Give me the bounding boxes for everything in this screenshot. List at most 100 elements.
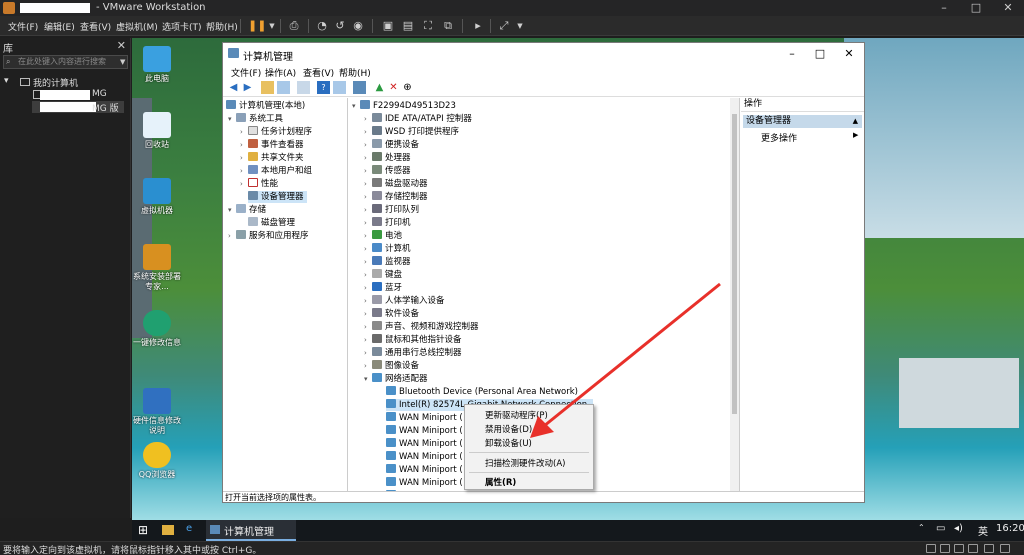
expand-icon[interactable]: › [364,113,372,125]
expand-icon[interactable]: › [364,191,372,203]
uninstall-icon[interactable]: ✕ [387,81,400,94]
scrollbar-thumb[interactable] [732,114,737,414]
device-category[interactable]: › 打印队列 [364,204,419,216]
device-category[interactable]: › 便携设备 [364,139,419,151]
properties-icon[interactable] [297,81,310,94]
expand-icon[interactable]: › [228,230,236,242]
library-search-input[interactable]: 在此处键入内容进行搜索 [3,55,128,69]
tree-my-computer[interactable]: 我的计算机 [33,76,78,89]
tree-services[interactable]: › 服务和应用程序 [228,230,309,242]
minimize-icon[interactable]: – [937,1,951,15]
device-root[interactable]: ▾ F22994D49513D23 [352,100,456,112]
forward-icon[interactable]: ▶ [241,81,254,94]
unity-icon[interactable]: ⧉ [440,18,456,34]
cm-minimize-icon[interactable]: – [778,45,806,63]
sound-status-icon[interactable] [984,544,994,553]
tree-vm-2[interactable]: MG 版 [92,101,119,114]
menu-view[interactable]: 查看(V) [80,20,111,33]
tray-chevron-up-icon[interactable]: ⌃ [918,523,925,532]
expand-icon[interactable]: › [364,152,372,164]
collapse-icon[interactable]: ▾ [352,100,360,112]
expand-icon[interactable]: › [364,230,372,242]
device-category[interactable]: › 打印机 [364,217,411,229]
collapse-icon[interactable]: ▾ [364,373,372,385]
stretch-icon[interactable]: ⤢ [496,18,512,34]
expand-icon[interactable]: › [364,217,372,229]
console-icon[interactable]: ▸ [470,18,486,34]
collapse-icon[interactable]: ▾ [228,204,236,216]
tree-vm-1[interactable]: MG [92,89,107,99]
snapshot-manager-icon[interactable]: ◉ [350,18,366,34]
send-keys-icon[interactable]: ⎙ [286,18,302,34]
expand-icon[interactable]: › [240,139,248,151]
tree-local-users[interactable]: › 本地用户和组 [240,165,312,177]
cm-menu-view[interactable]: 查看(V) [303,66,334,79]
tree-task-scheduler[interactable]: › 任务计划程序 [240,126,312,138]
menu-tabs[interactable]: 选项卡(T) [162,20,202,33]
close-library-icon[interactable]: ✕ [117,39,126,52]
revert-snapshot-icon[interactable]: ↺ [332,18,348,34]
network-tray-icon[interactable]: ▭ [936,523,945,534]
maximize-icon[interactable]: □ [969,1,983,15]
menu-vm[interactable]: 虚拟机(M) [116,20,158,33]
device-list-scrollbar[interactable] [730,98,739,491]
device-category[interactable]: › 键盘 [364,269,402,281]
expand-icon[interactable]: › [240,126,248,138]
help-icon[interactable]: ? [317,81,330,94]
device-category[interactable]: › 声音、视频和游戏控制器 [364,321,479,333]
desktop-icon-recycle-bin[interactable]: 回收站 [132,112,182,150]
expand-icon[interactable]: › [240,165,248,177]
volume-icon[interactable]: ◂) [954,523,963,534]
device-category[interactable]: › 通用串行总线控制器 [364,347,462,359]
cm-menu-file[interactable]: 文件(F) [231,66,261,79]
menu-file[interactable]: 文件(F) [8,20,38,33]
expand-icon[interactable]: › [364,126,372,138]
chevron-down-icon[interactable]: ▼ [264,18,280,34]
close-icon[interactable]: ✕ [1001,1,1015,15]
tree-shared-folders[interactable]: › 共享文件夹 [240,152,304,164]
device-category[interactable]: › 鼠标和其他指针设备 [364,334,462,346]
desktop-icon-modify-info[interactable]: 一键修改信息 [132,310,182,348]
device-category[interactable]: › 图像设备 [364,360,419,372]
menu-edit[interactable]: 编辑(E) [44,20,75,33]
collapse-icon[interactable]: ▾ [228,113,236,125]
desktop-icon-qq-browser[interactable]: QQ浏览器 [132,442,182,480]
tree-disk-management[interactable]: 磁盘管理 [248,217,295,229]
windows-start-icon[interactable]: ⊞ [138,523,148,537]
browser-icon[interactable]: e [186,523,192,534]
download-icon[interactable]: ⊕ [401,81,414,94]
tree-device-manager[interactable]: 设备管理器 [248,191,307,203]
network-adapter[interactable]: WAN Miniport ( [386,412,463,424]
thumbnail-view-icon[interactable]: ▤ [400,18,416,34]
device-category[interactable]: › WSD 打印提供程序 [364,126,459,138]
expand-icon[interactable]: › [364,139,372,151]
expand-icon[interactable]: › [364,243,372,255]
expand-icon[interactable]: › [364,269,372,281]
pause-icon[interactable]: ❚❚ [248,18,266,34]
tree-storage[interactable]: ▾ 存储 [228,204,266,216]
expand-icon[interactable]: › [364,178,372,190]
desktop-icon-installer[interactable]: 系统安装部署专家... [132,244,182,292]
device-category[interactable]: › IDE ATA/ATAPI 控制器 [364,113,472,125]
expand-icon[interactable]: › [240,178,248,190]
library-view-icon[interactable]: ▣ [380,18,396,34]
file-explorer-icon[interactable] [162,525,174,535]
chevron-down-icon[interactable]: ▼ [512,18,528,34]
expand-icon[interactable]: › [364,360,372,372]
chevron-down-icon[interactable]: ▼ [120,58,125,66]
device-category[interactable]: › 磁盘驱动器 [364,178,428,190]
tree-root[interactable]: 计算机管理(本地) [226,100,305,112]
clock[interactable]: 16:20 [996,523,1024,534]
cdrom-status-icon[interactable] [940,544,950,553]
snapshot-icon[interactable]: ◔ [314,18,330,34]
taskbar-app-computer-management[interactable]: 计算机管理 [206,520,296,541]
cm-close-icon[interactable]: ✕ [835,45,863,63]
actions-section-device-manager[interactable]: 设备管理器 ▲ [743,115,862,128]
back-icon[interactable]: ◀ [227,81,240,94]
network-adapter[interactable]: WAN Miniport ( [386,477,463,489]
expand-icon[interactable]: › [364,308,372,320]
network-status-icon[interactable] [954,544,964,553]
expand-icon[interactable]: › [364,347,372,359]
cm-menu-action[interactable]: 操作(A) [265,66,296,79]
device-category[interactable]: › 存储控制器 [364,191,428,203]
